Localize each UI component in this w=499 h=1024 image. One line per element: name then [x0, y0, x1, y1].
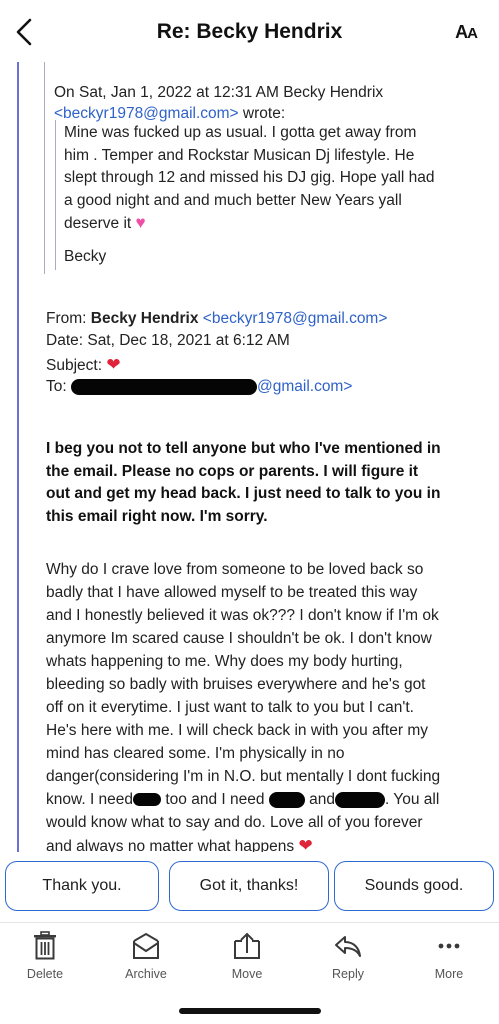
body-line: and I honestly believed it was ok??? I d… [46, 607, 439, 624]
reply-button[interactable]: Reply [308, 931, 388, 993]
bold-line: the email. Please no cops or parents. I … [46, 462, 419, 480]
quick-reply-thank-you[interactable]: Thank you. [5, 861, 159, 911]
archive-label: Archive [125, 967, 167, 981]
quote-line: slept through 12 and missed his DJ gig. … [64, 169, 435, 186]
quick-reply-got-it[interactable]: Got it, thanks! [169, 861, 329, 911]
redaction-block [268, 791, 305, 808]
subject-label: Subject: [46, 357, 107, 374]
font-size-icon-big: A [455, 22, 468, 42]
body-fragment: and [304, 791, 335, 808]
body-line-redacted: know. I need too and I need and . You all [46, 788, 476, 811]
from-line: From: Becky Hendrix <beckyr1978@gmail.co… [46, 310, 466, 328]
body-line: whats happening to me. Why does my body … [46, 653, 403, 670]
to-label: To: [46, 378, 71, 395]
quick-reply-sounds-good[interactable]: Sounds good. [334, 861, 494, 911]
red-heart-icon: ❤ [298, 836, 313, 852]
quote-wrote: wrote: [238, 105, 286, 122]
quote-on-line: On Sat, Jan 1, 2022 at 12:31 AM Becky He… [54, 84, 384, 101]
body-line: off on it everytime. I just want to talk… [46, 699, 414, 716]
subject-line: Subject: ❤ [46, 355, 466, 375]
body-line: and always no matter what happens [46, 838, 295, 852]
to-line: To: @gmail.com> [46, 378, 466, 396]
body-line: would know what to say and do. Love all … [46, 814, 423, 831]
date-line: Date: Sat, Dec 18, 2021 at 6:12 AM [46, 332, 290, 349]
body-line: He's here with me. I will check back in … [46, 722, 428, 739]
body-line: anymore Im scared cause I shouldn't be o… [46, 630, 432, 647]
from-label: From: [46, 310, 91, 327]
more-button[interactable]: More [409, 931, 489, 993]
quote-line: a good night and and much better New Yea… [64, 191, 402, 209]
from-email-link[interactable]: <beckyr1978@gmail.com> [203, 310, 388, 327]
from-name: Becky Hendrix [90, 310, 199, 327]
quote-signature: Becky [64, 248, 107, 265]
header-bar: Re: Becky Hendrix AA [0, 0, 499, 62]
archive-icon [133, 932, 159, 959]
bold-line: I beg you not to tell anyone but who I'v… [46, 440, 441, 457]
more-icon [438, 943, 460, 949]
bold-line: this email right now. I'm sorry. [46, 507, 268, 525]
delete-label: Delete [26, 967, 64, 981]
body-fragment: too and I need [161, 791, 269, 808]
quoted-text: Mine was fucked up as usual. I gotta get… [64, 122, 484, 236]
move-button[interactable]: Move [207, 931, 287, 993]
quote-line: him . Temper and Rockstar Musican Dj lif… [64, 146, 415, 164]
body-fragment: . You all [384, 791, 440, 808]
delete-button[interactable]: Delete [5, 931, 85, 993]
email-view: Re: Becky Hendrix AA On Sat, Jan 1, 2022… [0, 0, 499, 1024]
redaction-block [334, 791, 385, 808]
quote-line: Mine was fucked up as usual. I gotta get… [64, 124, 417, 141]
redaction-block [70, 378, 257, 395]
thread-quote-bar [17, 62, 19, 852]
body-line: Why do I crave love from someone to be l… [46, 561, 424, 578]
home-indicator[interactable] [179, 1008, 321, 1014]
font-size-icon-small: A [467, 25, 478, 42]
font-size-button[interactable]: AA [455, 22, 478, 43]
trash-icon [34, 931, 56, 960]
move-label: Move [231, 967, 263, 981]
main-paragraph: Why do I crave love from someone to be l… [46, 558, 476, 852]
to-email-link[interactable]: @gmail.com> [257, 378, 352, 395]
more-label: More [434, 967, 464, 981]
quote-line: deserve it [64, 215, 132, 232]
page-title: Re: Becky Hendrix [156, 20, 343, 43]
quote-email-link[interactable]: <beckyr1978@gmail.com> [54, 105, 239, 122]
message-body[interactable]: On Sat, Jan 1, 2022 at 12:31 AM Becky He… [0, 62, 499, 852]
body-fragment: know. I need [46, 791, 134, 808]
body-line: bleeding so badly with bruises everywher… [46, 676, 426, 693]
body-line: mind has cleared some. I'm physically in… [46, 745, 345, 762]
bold-line: out and get my head back. I just need to… [46, 485, 441, 502]
redaction-block [133, 793, 162, 807]
body-line: danger(considering I'm in N.O. but menta… [46, 768, 441, 785]
bold-paragraph: I beg you not to tell anyone but who I'v… [46, 438, 466, 528]
body-line: badly that I have allowed myself to be t… [46, 584, 418, 601]
quote-header: On Sat, Jan 1, 2022 at 12:31 AM Becky He… [54, 82, 474, 124]
reply-label: Reply [332, 967, 364, 981]
red-heart-icon: ❤ [106, 355, 121, 374]
archive-button[interactable]: Archive [106, 931, 186, 993]
reply-icon [335, 936, 361, 957]
pink-heart-icon: ♥ [135, 213, 146, 232]
move-icon [234, 932, 260, 959]
quick-replies: Thank you. Got it, thanks! Sounds good. [5, 861, 495, 913]
